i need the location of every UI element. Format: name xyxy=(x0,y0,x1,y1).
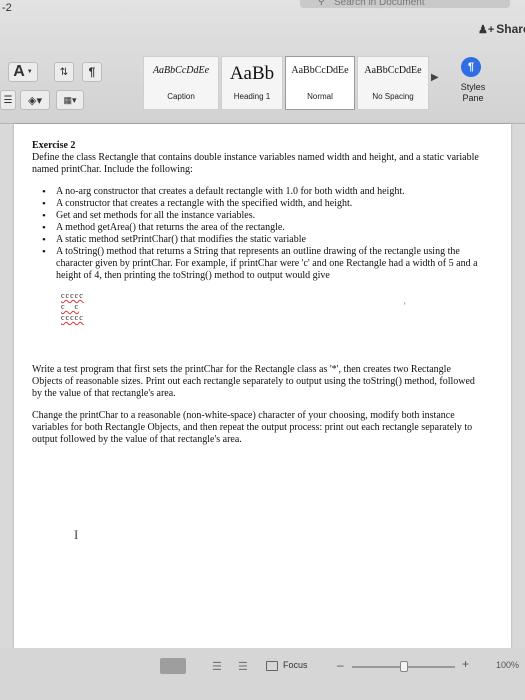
status-bar: ☰ ☰ Focus – + 100% xyxy=(0,648,525,700)
font-color-icon: A xyxy=(13,63,25,80)
ribbon: -2 ⚲ Search in Document ♟+Share A▼ ⇅ ¶ ☰… xyxy=(0,0,525,124)
pilcrow-icon: ¶ xyxy=(88,65,96,79)
search-icon: ⚲ xyxy=(318,0,325,6)
add-person-icon: ♟+ xyxy=(478,24,495,36)
borders-icon: ▦▾ xyxy=(63,94,77,105)
window-title: -2 xyxy=(2,2,12,14)
search-input[interactable]: Search in Document xyxy=(334,0,425,8)
shading-button[interactable]: ◈▾ xyxy=(20,90,50,110)
list-item: Get and set methods for all the instance… xyxy=(42,210,496,222)
list-item: A constructor that creates a rectangle w… xyxy=(42,198,496,210)
share-button[interactable]: ♟+Share xyxy=(478,22,525,36)
sample-output-line: c c xyxy=(61,302,80,311)
zoom-level: 100% xyxy=(496,660,520,670)
paint-bucket-icon: ◈▾ xyxy=(28,94,42,107)
style-name: Normal xyxy=(307,92,333,101)
exercise-intro: Define the class Rectangle that contains… xyxy=(32,152,479,175)
list-item: A toString() method that returns a Strin… xyxy=(42,246,496,282)
style-normal[interactable]: AaBbCcDdEe Normal xyxy=(285,56,355,110)
style-sample: AaBb xyxy=(229,63,275,84)
list-item: A method getArea() that returns the area… xyxy=(42,222,496,234)
styles-pane-icon[interactable]: ¶ xyxy=(461,57,481,77)
zoom-in-icon[interactable]: + xyxy=(462,657,469,671)
font-color-button[interactable]: A ▼ xyxy=(8,62,38,82)
outline-view-icon[interactable]: ☰ xyxy=(238,660,248,673)
style-name: Heading 1 xyxy=(233,92,271,101)
sample-output-line: ccccc xyxy=(61,291,84,300)
sort-icon: ⇅ xyxy=(59,66,69,78)
change-paragraph: Change the printChar to a reasonable (no… xyxy=(32,410,473,445)
exercise-heading: Exercise 2 xyxy=(32,140,76,151)
requirements-list: A no-arg constructor that creates a defa… xyxy=(42,186,496,282)
print-layout-view-button[interactable] xyxy=(160,658,186,674)
share-label: Share xyxy=(496,22,525,36)
focus-button[interactable]: Focus xyxy=(283,660,308,670)
text-caret: ' xyxy=(404,301,406,311)
style-sample: AaBbCcDdEe xyxy=(364,65,422,76)
focus-icon[interactable] xyxy=(266,661,278,671)
style-name: No Spacing xyxy=(372,92,414,101)
align-button[interactable]: ☰ xyxy=(0,90,16,110)
style-name: Caption xyxy=(167,92,195,101)
style-caption[interactable]: AaBbCcDdEe Caption xyxy=(143,56,219,110)
borders-button[interactable]: ▦▾ xyxy=(56,90,84,110)
sort-button[interactable]: ⇅ xyxy=(54,62,74,82)
test-program-paragraph: Write a test program that first sets the… xyxy=(32,364,475,399)
list-item: A no-arg constructor that creates a defa… xyxy=(42,186,496,198)
chevron-down-icon: ▼ xyxy=(26,69,33,75)
styles-next-arrow-icon[interactable]: ▶ xyxy=(431,72,439,83)
zoom-out-icon[interactable]: – xyxy=(337,658,344,672)
zoom-slider-handle[interactable] xyxy=(399,661,408,672)
align-icon: ☰ xyxy=(3,94,13,106)
style-no-spacing[interactable]: AaBbCcDdEe No Spacing xyxy=(357,56,429,110)
sample-output-line: ccccc xyxy=(61,313,84,322)
show-formatting-button[interactable]: ¶ xyxy=(82,62,102,82)
ibeam-cursor-icon: I xyxy=(74,527,79,542)
web-layout-view-icon[interactable]: ☰ xyxy=(212,660,222,673)
styles-pane-button[interactable]: Styles Pane xyxy=(453,82,493,104)
style-heading-1[interactable]: AaBb Heading 1 xyxy=(221,56,283,110)
document-page[interactable]: Exercise 2 Define the class Rectangle th… xyxy=(14,124,511,648)
list-item: A static method setPrintChar() that modi… xyxy=(42,234,496,246)
style-sample: AaBbCcDdEe xyxy=(152,65,210,76)
style-sample: AaBbCcDdEe xyxy=(291,65,349,76)
